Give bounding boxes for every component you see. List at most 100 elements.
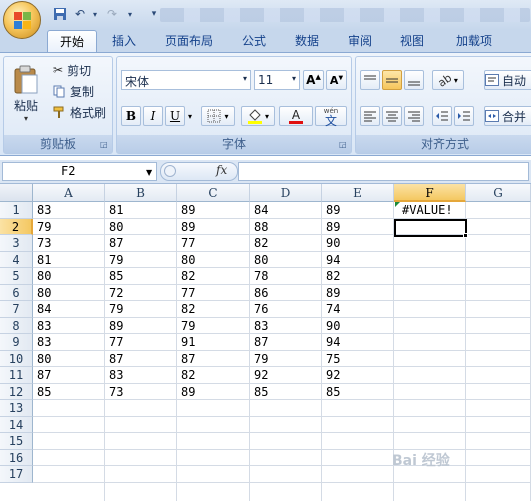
- italic-button[interactable]: I: [143, 106, 163, 126]
- tab-page-layout[interactable]: 页面布局: [158, 30, 220, 52]
- cell-e6[interactable]: 89: [323, 285, 393, 301]
- tab-review[interactable]: 审阅: [340, 30, 380, 52]
- cell-d4[interactable]: 80: [251, 252, 321, 268]
- align-middle-button[interactable]: [382, 70, 402, 90]
- fill-handle[interactable]: [463, 233, 468, 238]
- cell-e2[interactable]: 89: [323, 219, 393, 235]
- column-header-f[interactable]: F: [394, 184, 466, 202]
- increase-indent-button[interactable]: [454, 106, 474, 126]
- name-box-dropdown-icon[interactable]: ▼: [146, 168, 152, 177]
- orientation-button[interactable]: ab ▾: [432, 70, 464, 90]
- cut-button[interactable]: ✂ 剪切: [52, 61, 112, 79]
- undo-dropdown-icon[interactable]: ▾: [87, 6, 103, 22]
- grow-font-button[interactable]: A▲: [303, 70, 324, 90]
- merge-center-button[interactable]: 合并: [484, 106, 531, 126]
- cell-e11[interactable]: 92: [323, 367, 393, 383]
- cell-b4[interactable]: 79: [106, 252, 176, 268]
- cell-a7[interactable]: 84: [34, 301, 104, 317]
- cell-b2[interactable]: 80: [106, 219, 176, 235]
- cell-e5[interactable]: 82: [323, 268, 393, 284]
- worksheet-grid[interactable]: A B C D E F G 1 83 81 89 84 89 #VALUE! 2 79 80 89 88 89 3 73 8…: [0, 184, 531, 501]
- column-header-e[interactable]: E: [322, 184, 394, 202]
- wrap-text-button[interactable]: 自动: [484, 70, 531, 90]
- row-header-16[interactable]: 16: [0, 449, 33, 466]
- cell-f1[interactable]: #VALUE!: [395, 202, 465, 218]
- cell-e9[interactable]: 94: [323, 334, 393, 350]
- formula-expand-icon[interactable]: [164, 165, 176, 177]
- formula-input[interactable]: [238, 162, 529, 181]
- redo-icon[interactable]: ↷: [104, 6, 120, 22]
- row-header-9[interactable]: 9: [0, 334, 33, 351]
- cell-e12[interactable]: 85: [323, 384, 393, 400]
- tab-formulas[interactable]: 公式: [234, 30, 274, 52]
- font-color-button[interactable]: A: [279, 106, 313, 126]
- font-launcher-icon[interactable]: ◲: [339, 140, 348, 149]
- paste-button[interactable]: 粘贴 ▾: [8, 61, 44, 127]
- cell-e4[interactable]: 94: [323, 252, 393, 268]
- cell-c9[interactable]: 91: [178, 334, 249, 350]
- cell-a11[interactable]: 87: [34, 367, 104, 383]
- cell-c11[interactable]: 82: [178, 367, 249, 383]
- cell-c3[interactable]: 77: [178, 235, 249, 251]
- cell-d8[interactable]: 83: [251, 318, 321, 334]
- cell-e1[interactable]: 89: [323, 202, 393, 218]
- cell-a2[interactable]: 79: [34, 219, 104, 235]
- tab-insert[interactable]: 插入: [104, 30, 144, 52]
- cell-d3[interactable]: 82: [251, 235, 321, 251]
- underline-dropdown-icon[interactable]: ▾: [185, 106, 195, 126]
- row-header-13[interactable]: 13: [0, 400, 33, 417]
- tab-home[interactable]: 开始: [47, 30, 97, 52]
- cell-b7[interactable]: 79: [106, 301, 176, 317]
- shrink-font-button[interactable]: A▼: [326, 70, 347, 90]
- column-header-c[interactable]: C: [177, 184, 250, 202]
- cell-b8[interactable]: 89: [106, 318, 176, 334]
- cell-d7[interactable]: 76: [251, 301, 321, 317]
- cell-a3[interactable]: 73: [34, 235, 104, 251]
- cell-b3[interactable]: 87: [106, 235, 176, 251]
- cell-b12[interactable]: 73: [106, 384, 176, 400]
- cell-b11[interactable]: 83: [106, 367, 176, 383]
- active-cell-selection[interactable]: [394, 218, 467, 237]
- bold-button[interactable]: B: [121, 106, 141, 126]
- format-painter-button[interactable]: 格式刷: [52, 103, 112, 121]
- row-header-15[interactable]: 15: [0, 433, 33, 450]
- row-header-10[interactable]: 10: [0, 350, 33, 367]
- cell-e8[interactable]: 90: [323, 318, 393, 334]
- cell-e10[interactable]: 75: [323, 351, 393, 367]
- cell-d5[interactable]: 78: [251, 268, 321, 284]
- align-bottom-button[interactable]: [404, 70, 424, 90]
- name-box[interactable]: F2: [2, 162, 157, 181]
- font-size-combo[interactable]: 11 ▾: [254, 70, 300, 90]
- cell-c2[interactable]: 89: [178, 219, 249, 235]
- clipboard-launcher-icon[interactable]: ◲: [100, 140, 109, 149]
- row-header-5[interactable]: 5: [0, 268, 33, 285]
- select-all-corner[interactable]: [0, 184, 33, 202]
- column-header-d[interactable]: D: [250, 184, 322, 202]
- cell-b9[interactable]: 77: [106, 334, 176, 350]
- copy-button[interactable]: 复制: [52, 82, 112, 100]
- align-right-button[interactable]: [404, 106, 424, 126]
- row-header-17[interactable]: 17: [0, 466, 33, 483]
- cell-e7[interactable]: 74: [323, 301, 393, 317]
- decrease-indent-button[interactable]: [432, 106, 452, 126]
- font-name-combo[interactable]: 宋体 ▾: [121, 70, 251, 90]
- cell-a6[interactable]: 80: [34, 285, 104, 301]
- cell-c7[interactable]: 82: [178, 301, 249, 317]
- column-header-g[interactable]: G: [466, 184, 531, 202]
- row-header-6[interactable]: 6: [0, 284, 33, 301]
- tab-addins[interactable]: 加载项: [446, 30, 502, 52]
- align-top-button[interactable]: [360, 70, 380, 90]
- cell-d1[interactable]: 84: [251, 202, 321, 218]
- cell-d11[interactable]: 92: [251, 367, 321, 383]
- align-left-button[interactable]: [360, 106, 380, 126]
- row-header-8[interactable]: 8: [0, 317, 33, 334]
- redo-dropdown-icon[interactable]: ▾: [122, 6, 138, 22]
- cell-d6[interactable]: 86: [251, 285, 321, 301]
- column-header-a[interactable]: A: [33, 184, 105, 202]
- save-icon[interactable]: [52, 6, 68, 22]
- cell-b10[interactable]: 87: [106, 351, 176, 367]
- cell-b1[interactable]: 81: [106, 202, 176, 218]
- row-header-4[interactable]: 4: [0, 251, 33, 268]
- cell-d12[interactable]: 85: [251, 384, 321, 400]
- fill-color-button[interactable]: ▾: [241, 106, 275, 126]
